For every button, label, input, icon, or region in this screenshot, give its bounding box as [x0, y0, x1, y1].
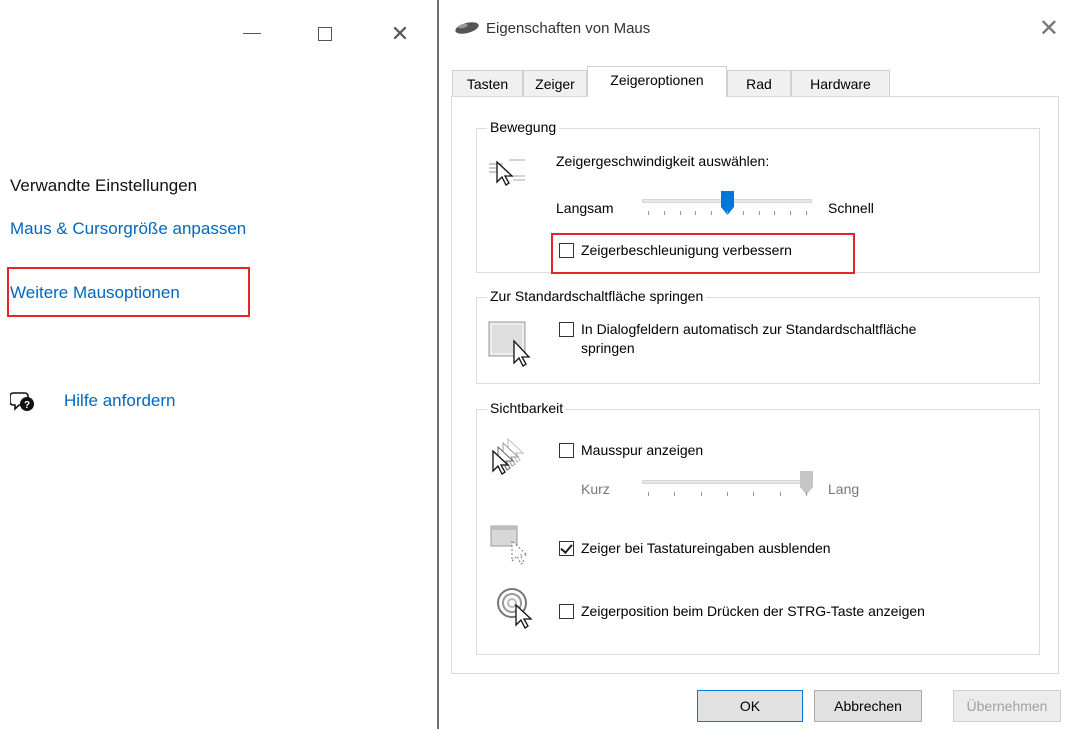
mouse-properties-dialog: Eigenschaften von Maus ✕ Tasten Zeiger Z…	[439, 0, 1069, 729]
annotation-highlight-box	[7, 267, 250, 317]
maximize-icon[interactable]	[313, 22, 337, 46]
trails-label: Mausspur anzeigen	[581, 442, 704, 458]
hide-pointer-icon	[490, 525, 529, 565]
get-help-link[interactable]: Hilfe anfordern	[64, 391, 176, 411]
minimize-icon[interactable]	[240, 22, 264, 46]
snap-checkbox[interactable]	[559, 322, 574, 337]
slider-tick	[758, 211, 760, 215]
slider-tick	[648, 492, 649, 496]
svg-text:?: ?	[24, 400, 30, 411]
tab-tasten[interactable]: Tasten	[452, 70, 523, 96]
cancel-button[interactable]: Abbrechen	[814, 690, 922, 722]
settings-panel: ✕ Verwandte Einstellungen Maus & Cursorg…	[0, 0, 437, 729]
snap-label-line2: springen	[581, 340, 635, 356]
tab-zeigeroptionen[interactable]: Zeigeroptionen	[587, 66, 727, 97]
annotation-highlight-box	[551, 233, 855, 274]
speed-slow-label: Langsam	[556, 200, 614, 216]
ctrl-location-label: Zeigerposition beim Drücken der STRG-Tas…	[581, 603, 925, 619]
trails-long-label: Lang	[828, 481, 860, 497]
trails-checkbox[interactable]	[559, 443, 574, 458]
trails-short-label: Kurz	[581, 481, 610, 497]
hide-pointer-checkbox[interactable]	[559, 541, 574, 556]
slider-tick	[742, 211, 744, 215]
hide-pointer-label: Zeiger bei Tastatureingaben ausblenden	[581, 540, 831, 556]
slider-tick	[663, 211, 665, 215]
snap-group: Zur Standardschaltfläche springen	[476, 288, 1040, 384]
slider-tick	[774, 211, 776, 215]
dialog-title: Eigenschaften von Maus	[486, 20, 651, 37]
slider-tick	[700, 492, 702, 496]
mouse-cursor-size-link[interactable]: Maus & Cursorgröße anpassen	[10, 219, 246, 239]
slider-tick	[806, 211, 807, 215]
tab-panel: Bewegung Zeigergeschwindigkeit auswählen…	[451, 96, 1059, 674]
apply-button[interactable]: Übernehmen	[953, 690, 1061, 722]
show-location-icon	[497, 588, 533, 629]
slider-tick	[695, 211, 697, 215]
visibility-group-label: Sichtbarkeit	[487, 400, 567, 416]
slider-tick	[806, 492, 807, 496]
slider-tick	[779, 492, 781, 496]
related-settings-heading: Verwandte Einstellungen	[10, 176, 198, 195]
slider-tick	[711, 211, 713, 215]
slider-tick	[790, 211, 792, 215]
slider-tick	[679, 211, 681, 215]
speed-label: Zeigergeschwindigkeit auswählen:	[556, 153, 770, 169]
slider-tick	[674, 492, 676, 496]
close-icon[interactable]: ✕	[388, 22, 412, 46]
slider-tick	[727, 211, 728, 215]
slider-tick	[648, 211, 649, 215]
pointer-speed-icon	[489, 159, 525, 186]
speed-fast-label: Schnell	[828, 200, 874, 216]
pointer-trails-icon	[492, 437, 525, 475]
motion-group-label: Bewegung	[487, 119, 560, 135]
snap-to-button-icon	[488, 321, 531, 367]
tab-zeiger[interactable]: Zeiger	[523, 70, 587, 96]
help-chat-icon: ?	[10, 392, 34, 411]
tab-rad[interactable]: Rad	[727, 70, 791, 96]
snap-label-line1: In Dialogfeldern automatisch zur Standar…	[581, 321, 917, 337]
trails-slider-track[interactable]	[642, 480, 812, 484]
snap-group-label: Zur Standardschaltfläche springen	[487, 288, 707, 304]
slider-tick	[753, 492, 755, 496]
dialog-close-icon[interactable]: ✕	[1039, 14, 1059, 43]
ok-button[interactable]: OK	[697, 690, 803, 722]
ctrl-location-checkbox[interactable]	[559, 604, 574, 619]
tab-hardware[interactable]: Hardware	[791, 70, 890, 96]
mouse-icon	[455, 22, 479, 34]
slider-tick	[727, 492, 728, 496]
dialog-title-bar: Eigenschaften von Maus ✕	[439, 0, 1069, 60]
